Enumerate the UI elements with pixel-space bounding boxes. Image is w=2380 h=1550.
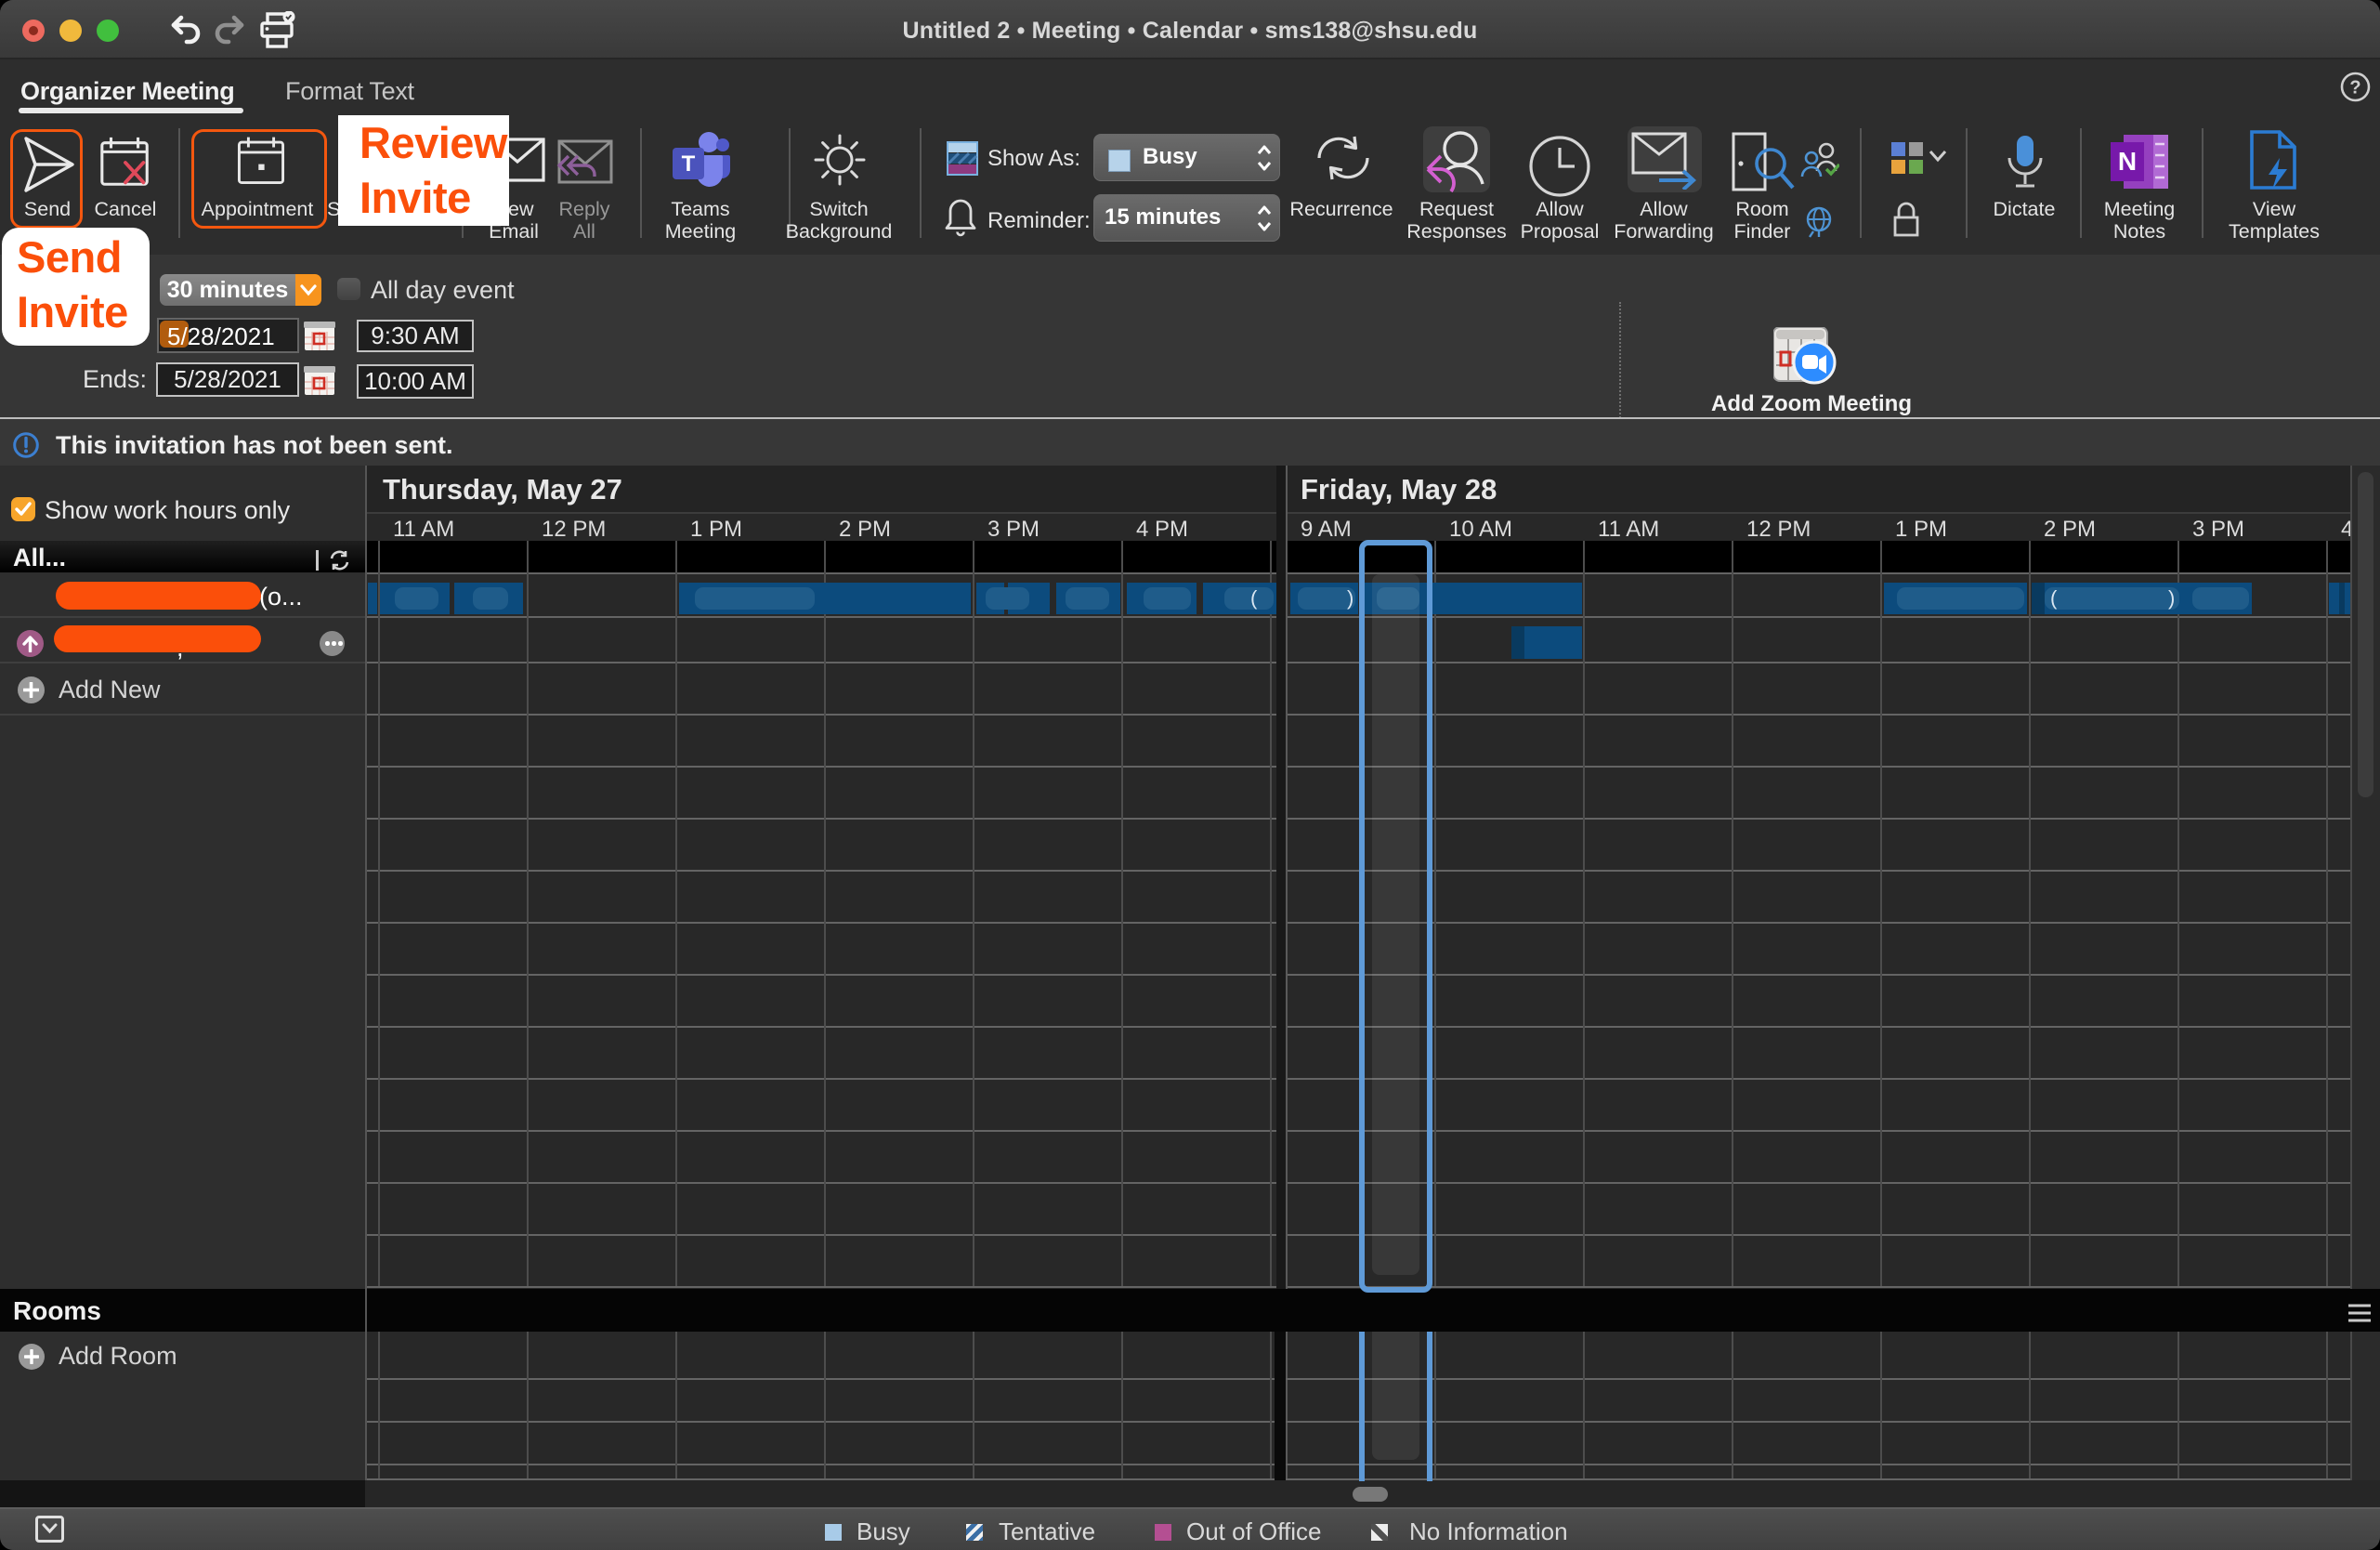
svg-text:?: ?	[2349, 78, 2360, 99]
svg-text:T: T	[682, 151, 696, 177]
svg-text:N: N	[2118, 147, 2137, 176]
